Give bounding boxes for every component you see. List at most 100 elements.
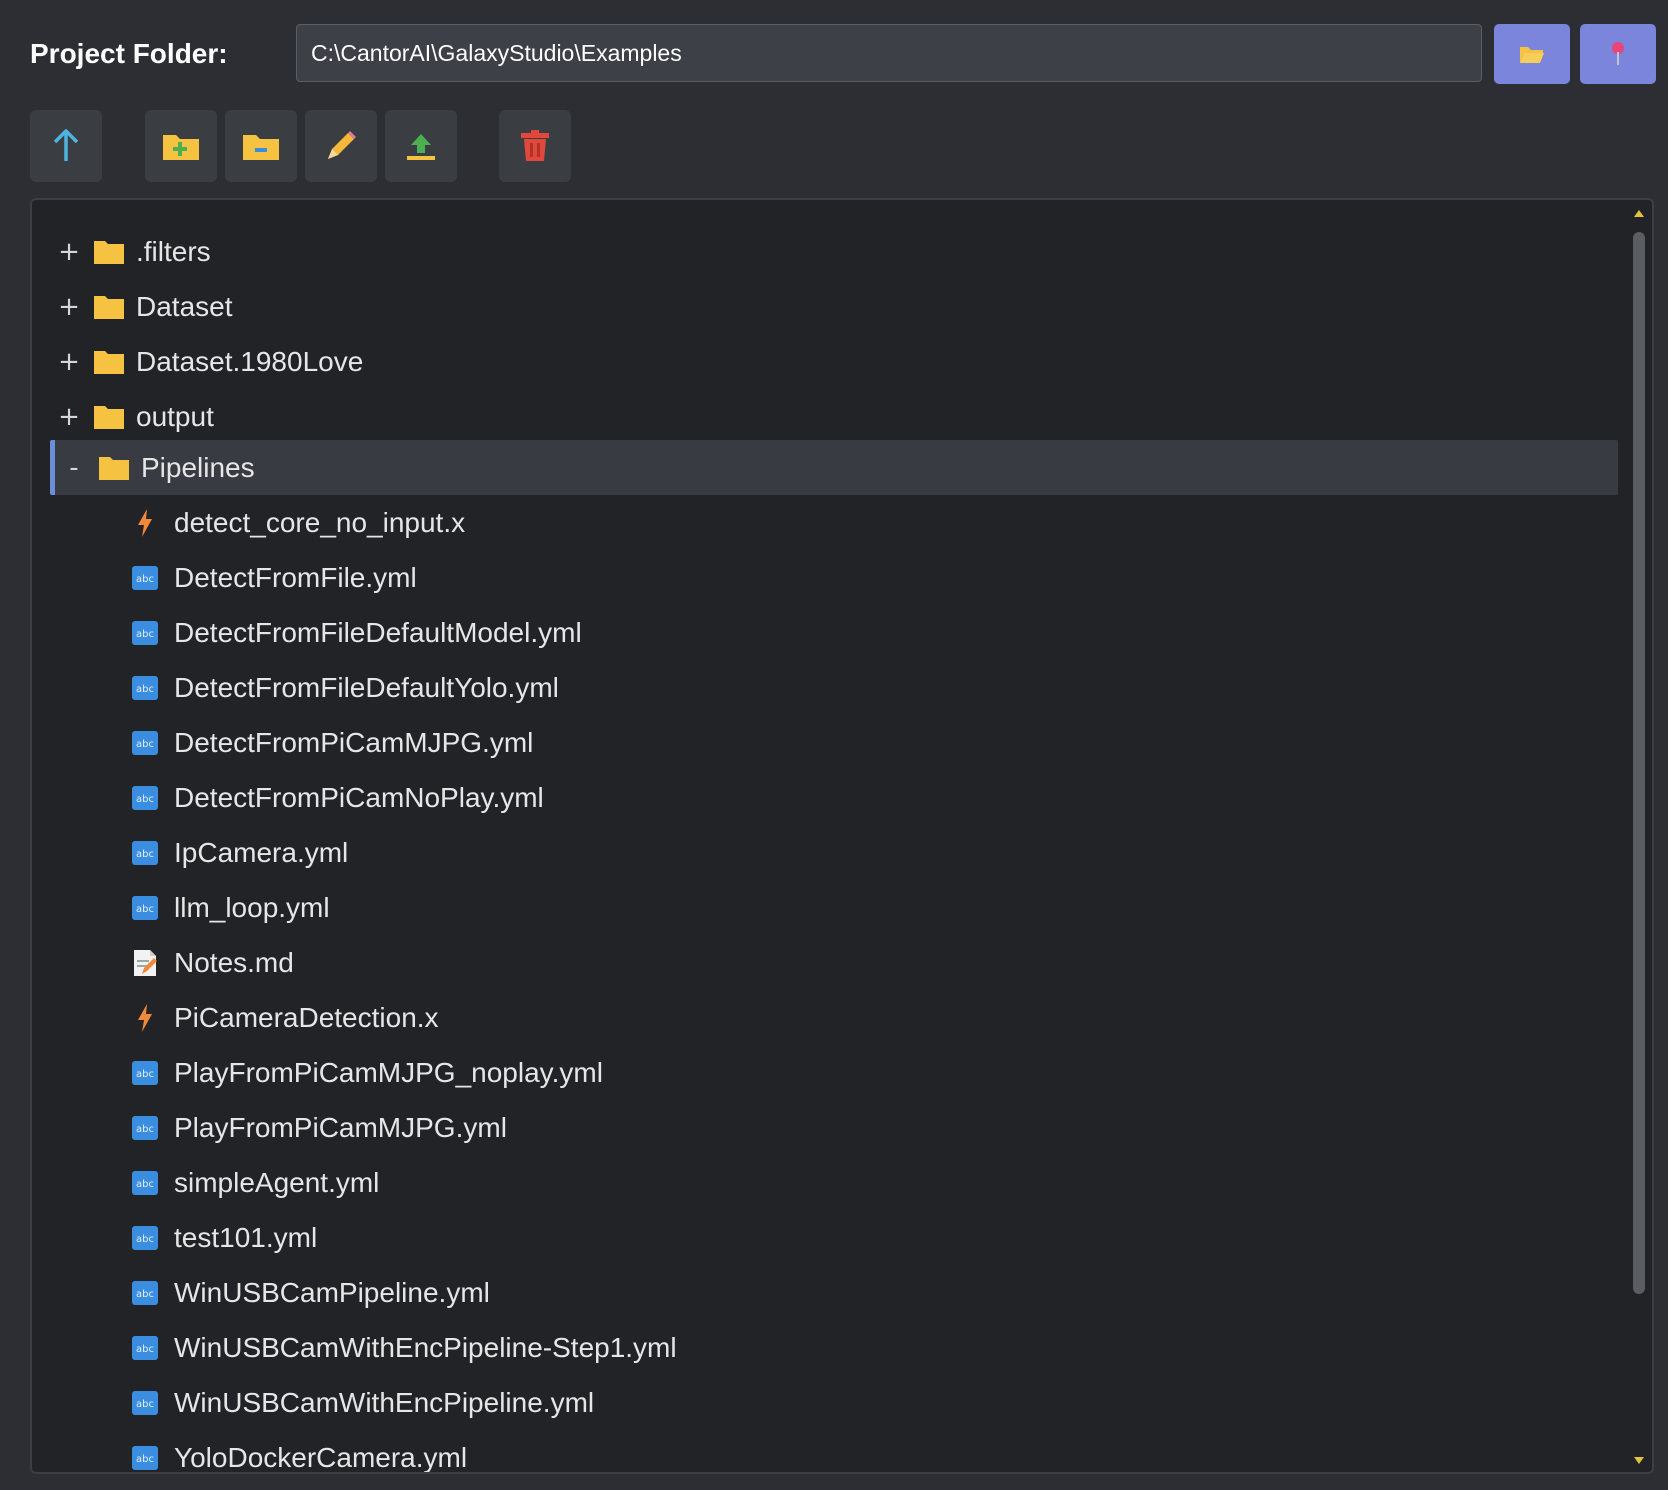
file-label: test101.yml — [174, 1221, 318, 1253]
text-file-icon: abc — [130, 838, 160, 868]
file-label: WinUSBCamWithEncPipeline.yml — [174, 1386, 595, 1418]
file-label: PlayFromPiCamMJPG.yml — [174, 1111, 507, 1143]
tree-file-row[interactable]: abc DetectFromFileDefaultYolo.yml — [130, 660, 559, 715]
upload-button[interactable] — [385, 110, 457, 182]
svg-text:abc: abc — [136, 1124, 154, 1135]
text-file-icon: abc — [130, 1223, 160, 1253]
rename-button[interactable] — [305, 110, 377, 182]
file-label: Notes.md — [174, 946, 294, 978]
scrollbar-thumb[interactable] — [1633, 232, 1645, 1294]
svg-text:abc: abc — [136, 1179, 154, 1190]
up-button[interactable] — [30, 110, 102, 182]
expand-toggle[interactable]: + — [56, 402, 82, 432]
tree-folder-row[interactable]: + output — [50, 389, 214, 444]
new-folder-button[interactable] — [145, 110, 217, 182]
tree-file-row[interactable]: abc WinUSBCamPipeline.yml — [130, 1265, 490, 1320]
text-file-icon: abc — [130, 1388, 160, 1418]
file-label: detect_core_no_input.x — [174, 506, 466, 538]
browse-folder-button[interactable] — [1494, 24, 1570, 84]
pin-folder-button[interactable] — [1580, 24, 1656, 84]
tree-file-row[interactable]: abc PlayFromPiCamMJPG_noplay.yml — [130, 1045, 603, 1100]
file-label: simpleAgent.yml — [174, 1166, 380, 1198]
file-browser-window: Project Folder: C:\CantorAI\GalaxyStudio… — [0, 0, 1668, 1490]
memo-icon — [130, 948, 160, 978]
text-file-icon: abc — [130, 673, 160, 703]
trash-icon — [521, 130, 549, 161]
expand-toggle[interactable]: + — [56, 347, 82, 377]
project-folder-bar: Project Folder: — [0, 0, 1668, 100]
file-label: IpCamera.yml — [174, 836, 349, 868]
tree-file-row[interactable]: abc WinUSBCamWithEncPipeline-Step1.yml — [130, 1320, 677, 1375]
tree-file-row[interactable]: abc test101.yml — [130, 1210, 317, 1265]
folder-label: Dataset — [136, 290, 233, 322]
folder-minus-icon — [243, 135, 279, 160]
tree-file-row[interactable]: abc IpCamera.yml — [130, 825, 348, 880]
tree-file-row[interactable]: abc YoloDockerCamera.yml — [130, 1430, 468, 1473]
tree-folder-row-selected[interactable]: - Pipelines — [50, 440, 1618, 495]
folder-plus-icon — [163, 135, 199, 160]
folder-icon — [92, 237, 126, 267]
folder-open-icon — [1520, 47, 1544, 63]
expand-toggle[interactable]: + — [56, 292, 82, 322]
svg-text:abc: abc — [136, 1289, 154, 1300]
tree-file-row[interactable]: abc WinUSBCamWithEncPipeline.yml — [130, 1375, 594, 1430]
tree-file-row[interactable]: PiCameraDetection.x — [130, 990, 439, 1045]
vertical-scrollbar[interactable] — [1630, 204, 1648, 1470]
file-label: llm_loop.yml — [174, 891, 330, 923]
tree-folder-row[interactable]: + Dataset.1980Love — [50, 334, 363, 389]
lightning-icon — [130, 1003, 160, 1033]
file-label: DetectFromFile.yml — [174, 561, 417, 593]
svg-text:abc: abc — [136, 574, 154, 585]
text-file-icon: abc — [130, 563, 160, 593]
text-file-icon: abc — [130, 1333, 160, 1363]
project-folder-label: Project Folder: — [30, 38, 228, 69]
tree-file-row[interactable]: abc simpleAgent.yml — [130, 1155, 379, 1210]
folder-label: Pipelines — [141, 451, 255, 483]
folder-label: Dataset.1980Love — [136, 345, 364, 377]
tree-file-row[interactable]: abc DetectFromFileDefaultModel.yml — [130, 605, 582, 660]
new-file-button[interactable] — [225, 110, 297, 182]
svg-text:abc: abc — [136, 684, 154, 695]
file-label: PiCameraDetection.x — [174, 1001, 439, 1033]
svg-text:abc: abc — [136, 1234, 154, 1245]
tree-file-row[interactable]: abc PlayFromPiCamMJPG.yml — [130, 1100, 507, 1155]
collapse-toggle[interactable]: - — [61, 453, 87, 483]
svg-text:abc: abc — [136, 1454, 154, 1465]
tree-file-row[interactable]: abc DetectFromPiCamNoPlay.yml — [130, 770, 544, 825]
tree-file-row[interactable]: abc DetectFromFile.yml — [130, 550, 417, 605]
scroll-down-arrow-icon[interactable] — [1634, 1457, 1644, 1464]
tree-file-row[interactable]: detect_core_no_input.x — [130, 495, 465, 550]
file-label: DetectFromPiCamMJPG.yml — [174, 726, 534, 758]
svg-text:abc: abc — [136, 849, 154, 860]
file-label: PlayFromPiCamMJPG_noplay.yml — [174, 1056, 603, 1088]
text-file-icon: abc — [130, 1058, 160, 1088]
lightning-icon — [130, 508, 160, 538]
svg-text:abc: abc — [136, 1069, 154, 1080]
scroll-up-arrow-icon[interactable] — [1634, 210, 1644, 217]
pin-icon — [1612, 42, 1624, 65]
tree-file-row[interactable]: abc DetectFromPiCamMJPG.yml — [130, 715, 533, 770]
folder-label: .filters — [136, 235, 211, 267]
text-file-icon: abc — [130, 1278, 160, 1308]
svg-text:abc: abc — [136, 1399, 154, 1410]
arrow-up-icon — [53, 129, 79, 161]
folder-icon — [92, 292, 126, 322]
svg-text:abc: abc — [136, 904, 154, 915]
folder-icon — [92, 347, 126, 377]
file-label: YoloDockerCamera.yml — [174, 1441, 468, 1473]
tree-file-row[interactable]: abc llm_loop.yml — [130, 880, 330, 935]
svg-text:abc: abc — [136, 794, 154, 805]
text-file-icon: abc — [130, 1168, 160, 1198]
folder-icon — [92, 402, 126, 432]
folder-icon — [97, 453, 131, 483]
delete-button[interactable] — [499, 110, 571, 182]
svg-text:abc: abc — [136, 739, 154, 750]
expand-toggle[interactable]: + — [56, 237, 82, 267]
project-folder-path-input[interactable] — [296, 24, 1482, 82]
tree-folder-row[interactable]: + Dataset — [50, 279, 233, 334]
tree-file-row[interactable]: Notes.md — [130, 935, 294, 990]
text-file-icon: abc — [130, 1113, 160, 1143]
svg-text:abc: abc — [136, 1344, 154, 1355]
tree-folder-row[interactable]: + .filters — [50, 224, 211, 279]
file-tree[interactable]: + .filters + Dataset + Dataset.1980Love … — [30, 198, 1654, 1474]
